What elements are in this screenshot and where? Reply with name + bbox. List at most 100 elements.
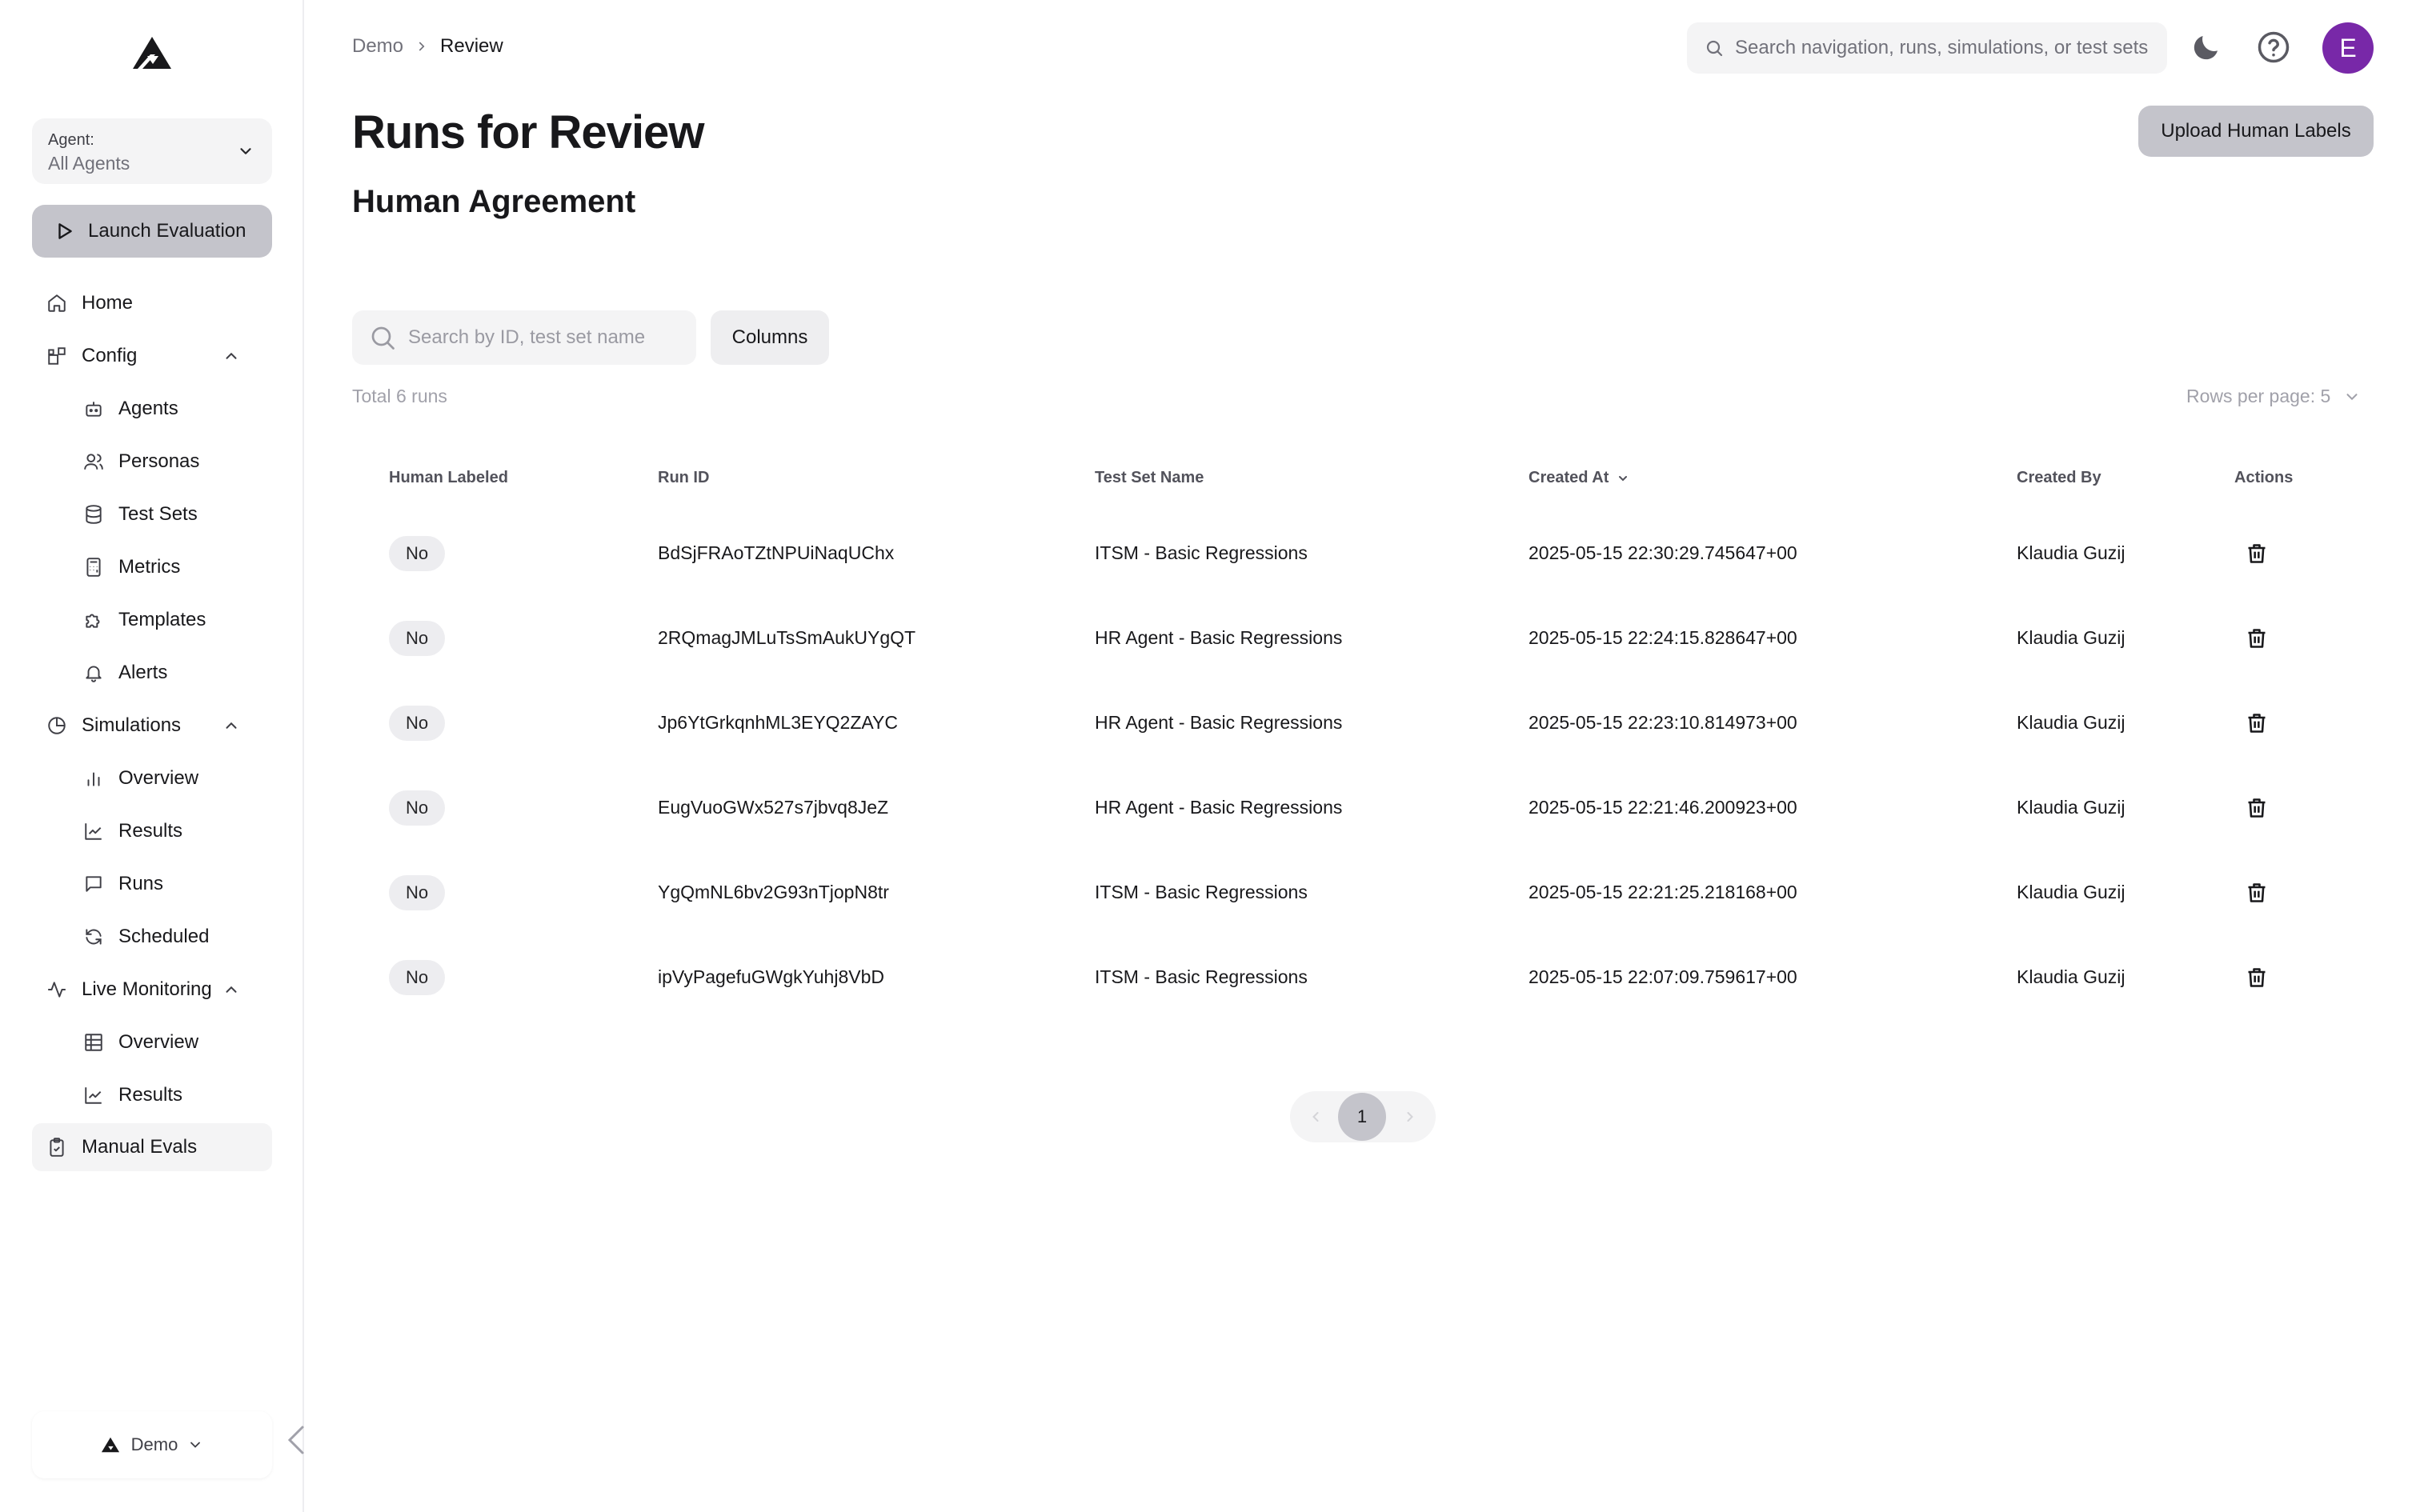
global-search-placeholder: Search navigation, runs, simulations, or… (1735, 37, 2149, 58)
sidebar-item-home[interactable]: Home (46, 280, 254, 326)
created-at-cell: 2025-05-15 22:21:25.218168+00 (1529, 882, 1797, 902)
puzzle-icon (86, 614, 100, 628)
line-chart-icon (85, 823, 102, 840)
columns-button[interactable]: Columns (711, 310, 829, 365)
clipboard-check-icon (50, 1138, 64, 1157)
sidebar-item-label: Personas (118, 450, 200, 472)
created-by-cell: Klaudia Guzij (2017, 797, 2126, 818)
sidebar-item-personas[interactable]: Personas (83, 438, 259, 485)
chevron-up-icon[interactable] (222, 717, 240, 734)
sidebar-item-templates[interactable]: Templates (83, 597, 259, 643)
created-at-cell: 2025-05-15 22:24:15.828647+00 (1529, 627, 1797, 648)
agent-select[interactable]: Agent: All Agents (32, 118, 272, 184)
column-header-actions: Actions (2234, 469, 2294, 486)
message-square-icon (86, 876, 102, 892)
human-labeled-chip: No (389, 621, 445, 656)
trash-icon[interactable] (2246, 966, 2268, 989)
moon-icon[interactable] (2190, 30, 2223, 64)
page-button-current[interactable]: 1 (1338, 1093, 1386, 1141)
test-set-cell: ITSM - Basic Regressions (1095, 542, 1308, 563)
created-at-cell: 2025-05-15 22:21:46.200923+00 (1529, 797, 1797, 818)
sidebar-item-metrics[interactable]: Metrics (83, 544, 259, 590)
run-id-cell: YgQmNL6bv2G93nTjopN8tr (658, 882, 889, 902)
sidebar-item-simulations[interactable]: Simulations (46, 702, 254, 749)
chevron-up-icon[interactable] (222, 981, 240, 998)
sidebar-item-sim-runs[interactable]: Runs (83, 861, 259, 907)
table-search-input[interactable]: Search by ID, test set name (352, 310, 696, 365)
total-runs-count: Total 6 runs (352, 386, 447, 406)
refresh-icon (86, 929, 102, 945)
avatar[interactable]: E (2322, 22, 2374, 74)
calculator-icon (86, 558, 101, 577)
sidebar-item-label: Overview (118, 1031, 199, 1053)
sidebar-item-label: Manual Evals (82, 1136, 198, 1158)
sidebar-item-label: Overview (118, 767, 199, 789)
activity-icon (48, 982, 66, 998)
test-set-cell: HR Agent - Basic Regressions (1095, 797, 1343, 818)
launch-evaluation-button[interactable]: Launch Evaluation (32, 205, 272, 258)
sidebar-item-label: Metrics (118, 556, 181, 578)
search-icon (371, 326, 395, 350)
column-header-created-by[interactable]: Created By (2017, 469, 2101, 487)
rows-per-page-select[interactable]: Rows per page: 5 (2186, 386, 2361, 407)
upload-human-labels-button[interactable]: Upload Human Labels (2138, 106, 2374, 157)
global-search-input[interactable]: Search navigation, runs, simulations, or… (1687, 22, 2167, 74)
chevron-right-icon[interactable] (1402, 1109, 1418, 1125)
human-labeled-chip: No (389, 706, 445, 741)
sidebar-item-alerts[interactable]: Alerts (83, 650, 259, 696)
run-id-cell: EugVuoGWx527s7jbvq8JeZ (658, 797, 889, 818)
database-icon (86, 505, 102, 524)
sidebar-item-live-results[interactable]: Results (83, 1072, 259, 1118)
run-id-cell: 2RQmagJMLuTsSmAukUYgQT (658, 627, 916, 648)
chevron-left-icon[interactable] (1308, 1109, 1324, 1125)
created-by-cell: Klaudia Guzij (2017, 882, 2126, 902)
sidebar-item-live-monitoring[interactable]: Live Monitoring (46, 966, 254, 1013)
section-title: Human Agreement (352, 184, 636, 219)
column-header-human-labeled[interactable]: Human Labeled (389, 469, 508, 487)
table-row[interactable]: No 2RQmagJMLuTsSmAukUYgQT HR Agent - Bas… (352, 597, 2385, 682)
trash-icon[interactable] (2246, 627, 2268, 650)
run-id-cell: ipVyPagefuGWgkYuhj8VbD (658, 966, 884, 987)
trash-icon[interactable] (2246, 882, 2268, 904)
human-labeled-chip: No (389, 790, 445, 826)
sidebar-item-test-sets[interactable]: Test Sets (83, 491, 259, 538)
created-by-cell: Klaudia Guzij (2017, 712, 2126, 733)
chevron-right-icon (419, 42, 425, 51)
workspace-switcher[interactable]: Demo (32, 1411, 272, 1478)
column-header-test-set-name[interactable]: Test Set Name (1095, 469, 1204, 487)
breadcrumb-item-demo[interactable]: Demo (352, 35, 403, 58)
workspace-name: Demo (130, 1434, 178, 1454)
sidebar-item-sim-scheduled[interactable]: Scheduled (83, 914, 259, 960)
created-by-cell: Klaudia Guzij (2017, 966, 2126, 987)
sidebar-item-agents[interactable]: Agents (83, 386, 259, 432)
agent-select-label: Agent: (48, 131, 94, 149)
table-row[interactable]: No YgQmNL6bv2G93nTjopN8tr ITSM - Basic R… (352, 851, 2385, 936)
bell-icon (86, 666, 102, 682)
chevron-down-icon (190, 1442, 201, 1448)
chevron-up-icon[interactable] (222, 347, 240, 365)
created-by-cell: Klaudia Guzij (2017, 542, 2126, 563)
rows-per-page-label: Rows per page: 5 (2186, 386, 2331, 406)
table-row[interactable]: No BdSjFRAoTZtNPUiNaqUChx ITSM - Basic R… (352, 512, 2385, 597)
table-row[interactable]: No ipVyPagefuGWgkYuhj8VbD ITSM - Basic R… (352, 936, 2385, 1021)
trash-icon[interactable] (2246, 542, 2268, 565)
sidebar-item-sim-overview[interactable]: Overview (83, 755, 259, 802)
test-set-cell: HR Agent - Basic Regressions (1095, 712, 1343, 733)
help-circle-icon[interactable] (2257, 30, 2290, 64)
home-icon (48, 294, 66, 312)
trash-icon[interactable] (2246, 797, 2268, 819)
trash-icon[interactable] (2246, 712, 2268, 734)
sidebar-item-sim-results[interactable]: Results (83, 808, 259, 854)
collapse-sidebar-icon[interactable] (285, 1424, 307, 1456)
column-header-run-id[interactable]: Run ID (658, 469, 709, 487)
app-logo-icon[interactable] (131, 35, 173, 70)
chevron-down-icon (240, 148, 251, 154)
sidebar-item-live-overview[interactable]: Overview (83, 1019, 259, 1066)
sidebar-item-config[interactable]: Config (46, 333, 254, 379)
sidebar-item-manual-evals[interactable]: Manual Evals (32, 1123, 272, 1171)
table-row[interactable]: No EugVuoGWx527s7jbvq8JeZ HR Agent - Bas… (352, 766, 2385, 851)
table-row[interactable]: No Jp6YtGrkqnhML3EYQ2ZAYC HR Agent - Bas… (352, 682, 2385, 766)
bot-icon (86, 402, 102, 417)
column-header-created-at[interactable]: Created At (1529, 469, 1629, 487)
breadcrumb: Demo Review (352, 35, 503, 58)
